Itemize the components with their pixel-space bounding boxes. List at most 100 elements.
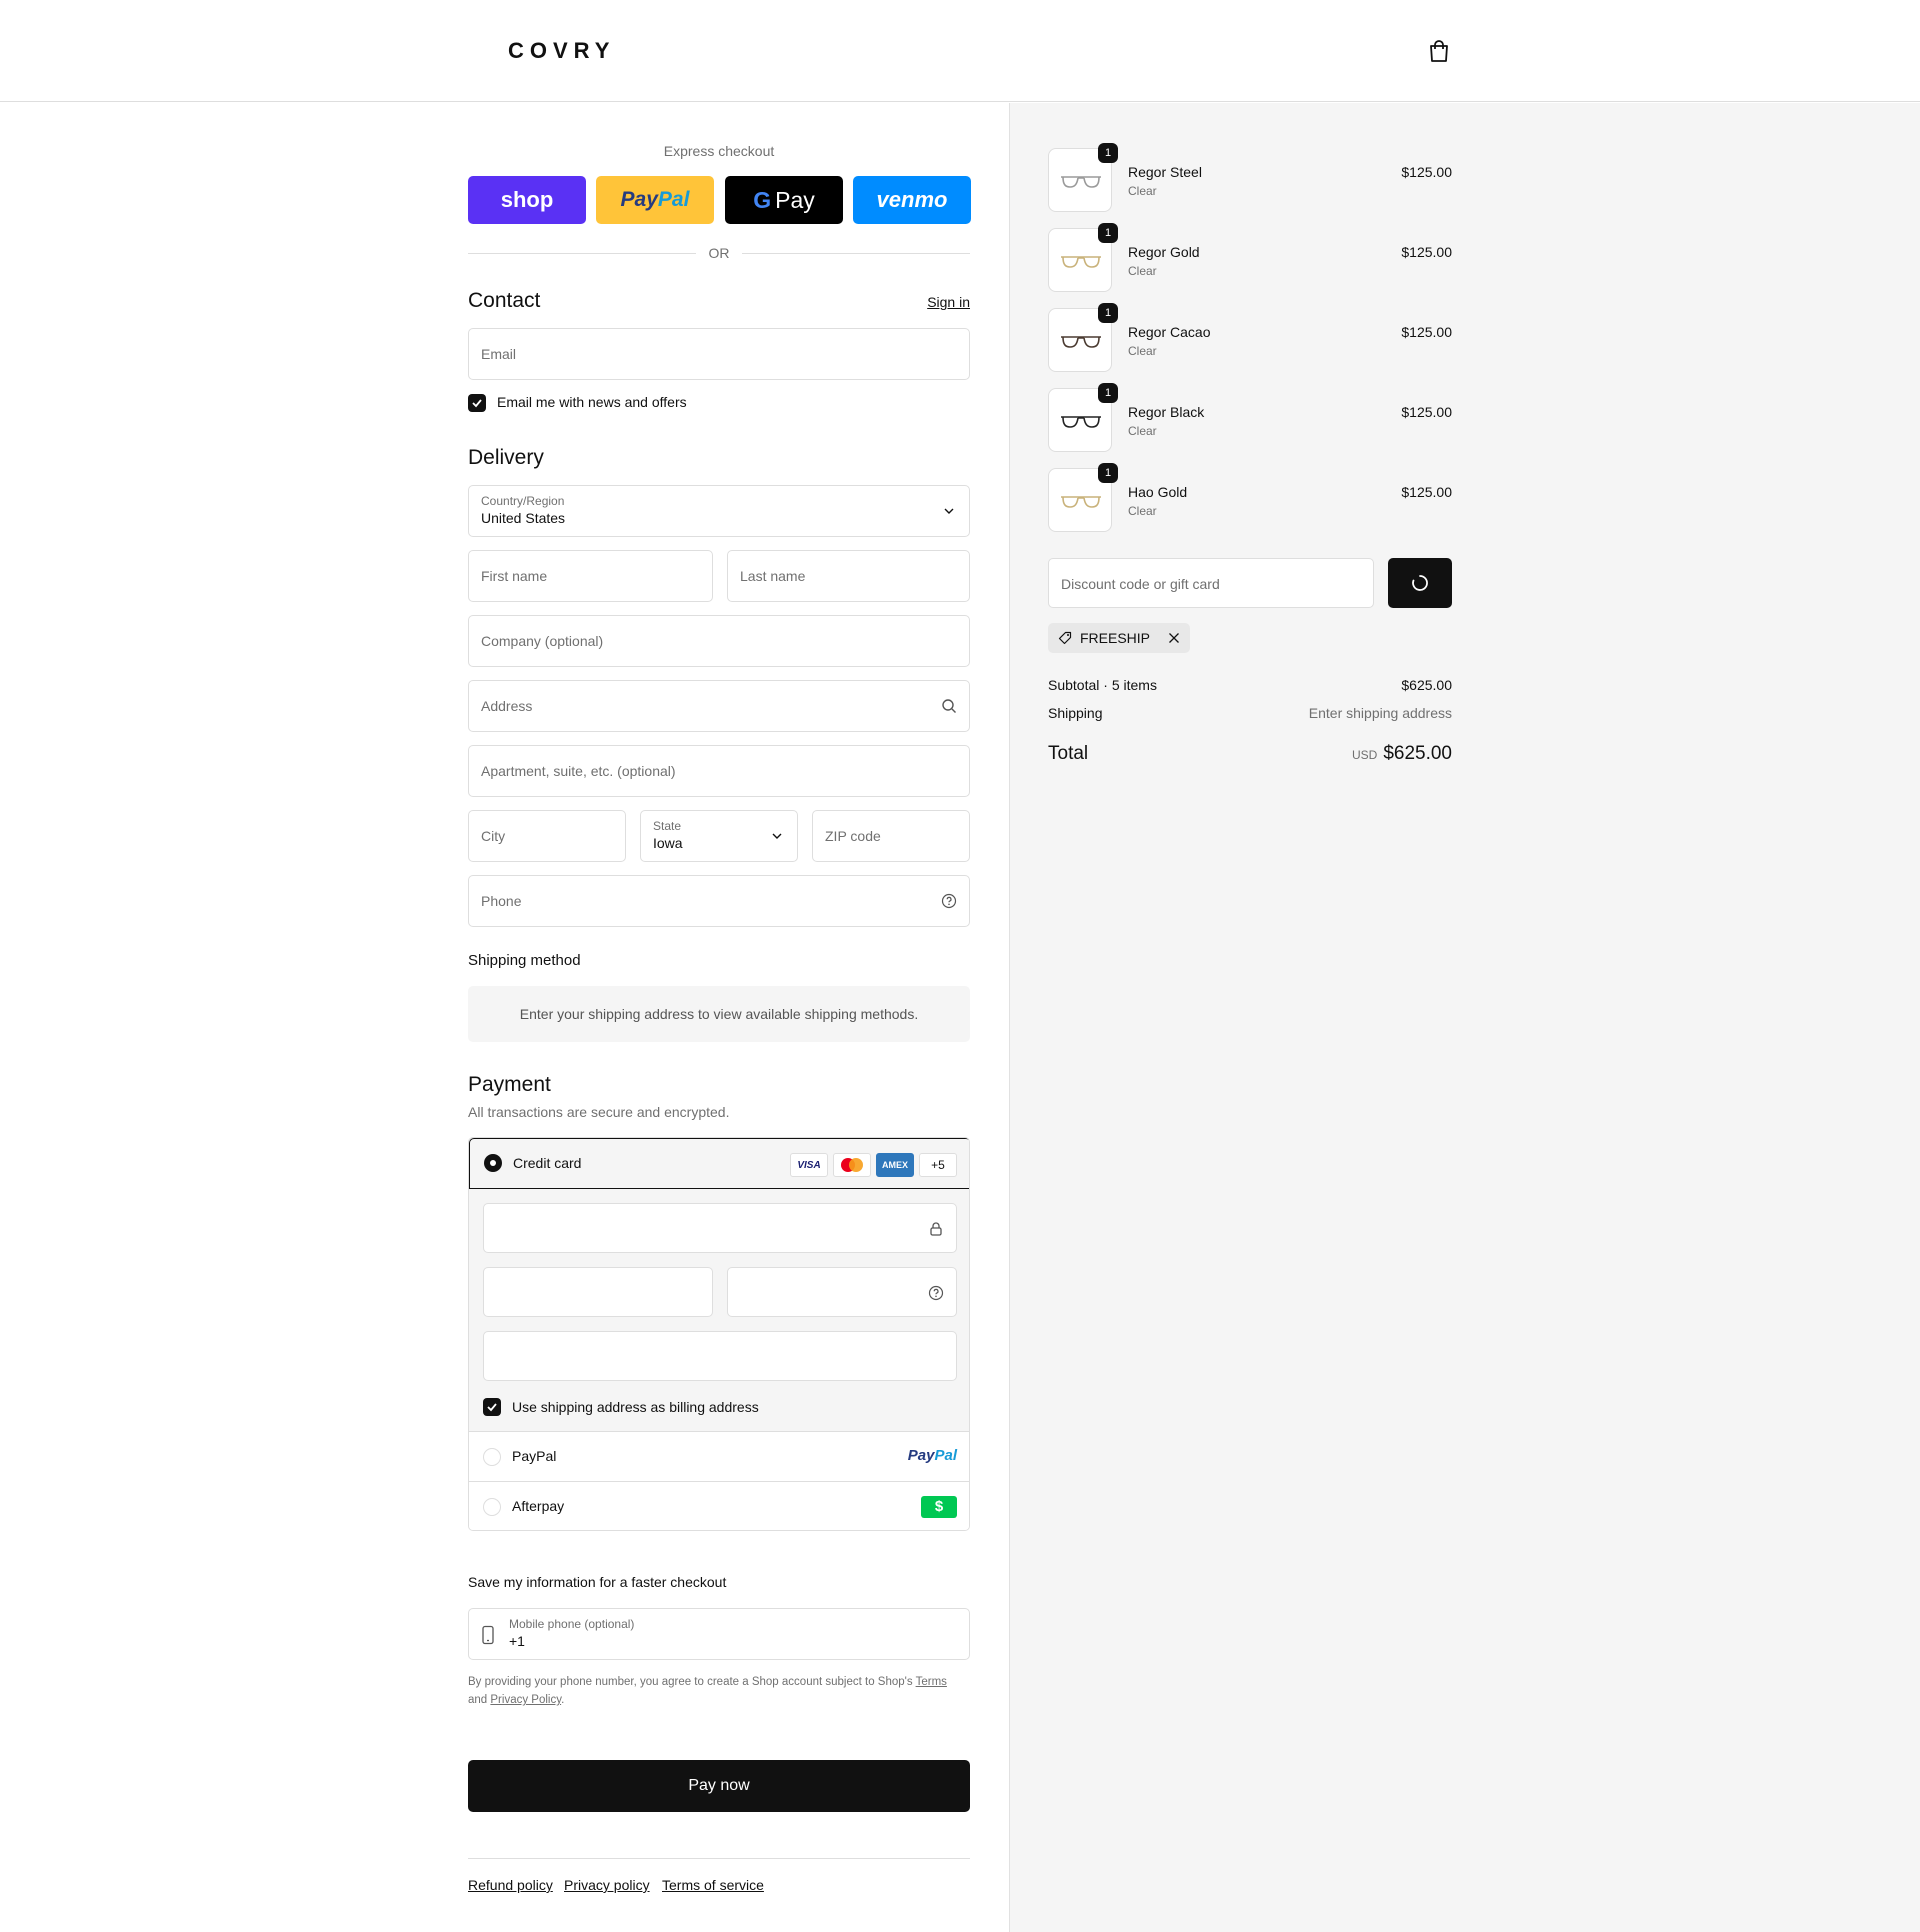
afterpay-radio[interactable] xyxy=(483,1498,501,1516)
amex-icon: AMEX xyxy=(876,1153,914,1177)
product-name: Regor Steel xyxy=(1128,164,1202,180)
store-logo[interactable]: COVRY xyxy=(508,38,615,64)
venmo-button[interactable]: venmo xyxy=(853,176,971,224)
paypal-option[interactable]: PayPal PayPal xyxy=(469,1431,969,1481)
or-text: OR xyxy=(708,245,730,261)
discount-code-input[interactable]: Discount code or gift card xyxy=(1048,558,1374,608)
paypal-express-button[interactable]: Pay Pal xyxy=(596,176,714,224)
security-code-field[interactable] xyxy=(727,1267,957,1317)
applied-discount-tag: FREESHIP xyxy=(1048,623,1191,653)
paypal-radio[interactable] xyxy=(483,1448,501,1466)
product-price: $125.00 xyxy=(1401,404,1452,420)
or-divider: OR xyxy=(468,243,970,263)
line-item: 1 Regor Black Clear $125.00 xyxy=(1048,383,1452,452)
state-label: State xyxy=(653,819,682,833)
expiration-field[interactable] xyxy=(483,1267,713,1317)
terms-link[interactable]: Terms xyxy=(916,1676,947,1688)
country-value: United States xyxy=(481,510,566,526)
credit-card-option[interactable]: Credit card VISA AMEX +5 xyxy=(469,1138,969,1189)
company-placeholder: Company (optional) xyxy=(481,633,604,649)
paypal-option-label: PayPal xyxy=(512,1448,557,1464)
paypal-logo-b: Pal xyxy=(934,1447,957,1464)
state-select[interactable]: State Iowa xyxy=(640,810,798,862)
news-label: Email me with news and offers xyxy=(497,394,687,410)
chevron-down-icon xyxy=(944,508,954,514)
state-value: Iowa xyxy=(653,835,683,851)
delivery-heading: Delivery xyxy=(468,446,544,469)
shipping-note: Enter your shipping address to view avai… xyxy=(468,986,970,1042)
cash-app-icon: $ xyxy=(921,1496,957,1518)
shop-pay-button[interactable]: shop xyxy=(468,176,586,224)
payment-subtitle: All transactions are secure and encrypte… xyxy=(468,1104,730,1120)
company-field[interactable]: Company (optional) xyxy=(468,615,970,667)
glasses-icon xyxy=(1061,416,1101,428)
shipping-value: Enter shipping address xyxy=(1308,705,1452,721)
quantity-badge: 1 xyxy=(1098,223,1118,243)
privacy-link[interactable]: Privacy Policy xyxy=(490,1694,561,1706)
country-select[interactable]: Country/Region United States xyxy=(468,485,970,537)
terms-of-service-link[interactable]: Terms of service xyxy=(662,1877,764,1893)
legal-text-c: . xyxy=(561,1694,565,1706)
product-variant: Clear xyxy=(1128,504,1157,518)
email-field[interactable]: Email xyxy=(468,328,970,380)
help-icon[interactable] xyxy=(928,1285,944,1301)
zip-placeholder: ZIP code xyxy=(825,828,881,844)
paypal-label-a: Pay xyxy=(620,188,658,211)
product-price: $125.00 xyxy=(1401,244,1452,260)
google-pay-button[interactable]: G Pay xyxy=(725,176,843,224)
phone-field[interactable]: Phone xyxy=(468,875,970,927)
product-variant: Clear xyxy=(1128,184,1157,198)
product-name: Regor Cacao xyxy=(1128,324,1211,340)
mobile-phone-value: +1 xyxy=(509,1633,525,1649)
line-item: 1 Regor Steel Clear $125.00 xyxy=(1048,143,1452,212)
glasses-icon xyxy=(1061,496,1101,508)
pay-now-button[interactable]: Pay now xyxy=(468,1760,970,1812)
email-placeholder: Email xyxy=(481,346,517,362)
city-field[interactable]: City xyxy=(468,810,626,862)
credit-card-radio[interactable] xyxy=(484,1154,502,1172)
shopping-bag-icon[interactable] xyxy=(1428,39,1450,63)
total-row: Total USD $625.00 xyxy=(1048,743,1452,765)
product-variant: Clear xyxy=(1128,264,1157,278)
line-item: 1 Regor Cacao Clear $125.00 xyxy=(1048,303,1452,372)
billing-checkbox[interactable] xyxy=(483,1398,501,1416)
product-name: Regor Gold xyxy=(1128,244,1200,260)
shipping-row: Shipping Enter shipping address xyxy=(1048,705,1452,721)
card-number-field[interactable] xyxy=(483,1203,957,1253)
privacy-policy-link[interactable]: Privacy policy xyxy=(564,1877,650,1893)
express-checkout-title: Express checkout xyxy=(663,143,775,159)
google-g-icon: G xyxy=(753,186,772,213)
visa-icon: VISA xyxy=(790,1153,828,1177)
legal-text-a: By providing your phone number, you agre… xyxy=(468,1676,916,1688)
credit-card-label: Credit card xyxy=(513,1155,582,1171)
save-info-heading: Save my information for a faster checkou… xyxy=(468,1574,727,1590)
venmo-label: venmo xyxy=(876,187,948,212)
mobile-phone-icon xyxy=(482,1625,494,1645)
product-name: Regor Black xyxy=(1128,404,1205,420)
news-checkbox[interactable] xyxy=(468,394,486,412)
help-icon[interactable] xyxy=(941,893,957,909)
refund-policy-link[interactable]: Refund policy xyxy=(468,1877,553,1893)
search-icon xyxy=(942,699,956,713)
product-price: $125.00 xyxy=(1401,324,1452,340)
afterpay-option[interactable]: Afterpay $ xyxy=(469,1481,969,1530)
quantity-badge: 1 xyxy=(1098,383,1118,403)
tag-icon xyxy=(1058,631,1072,645)
sign-in-link[interactable]: Sign in xyxy=(927,294,970,310)
close-icon[interactable] xyxy=(1168,632,1180,644)
quantity-badge: 1 xyxy=(1098,463,1118,483)
quantity-badge: 1 xyxy=(1098,303,1118,323)
currency-code: USD xyxy=(1351,748,1378,762)
first-name-field[interactable]: First name xyxy=(468,550,713,602)
product-variant: Clear xyxy=(1128,344,1157,358)
address-field[interactable]: Address xyxy=(468,680,970,732)
apply-discount-button[interactable] xyxy=(1388,558,1452,608)
last-name-field[interactable]: Last name xyxy=(727,550,970,602)
name-on-card-field[interactable] xyxy=(483,1331,957,1381)
total-value: $625.00 xyxy=(1383,743,1452,764)
order-summary-panel xyxy=(1009,103,1920,1932)
mobile-phone-field[interactable]: Mobile phone (optional) +1 xyxy=(468,1608,970,1660)
apartment-field[interactable]: Apartment, suite, etc. (optional) xyxy=(468,745,970,797)
zip-field[interactable]: ZIP code xyxy=(812,810,970,862)
discount-code-text: FREESHIP xyxy=(1080,630,1151,646)
